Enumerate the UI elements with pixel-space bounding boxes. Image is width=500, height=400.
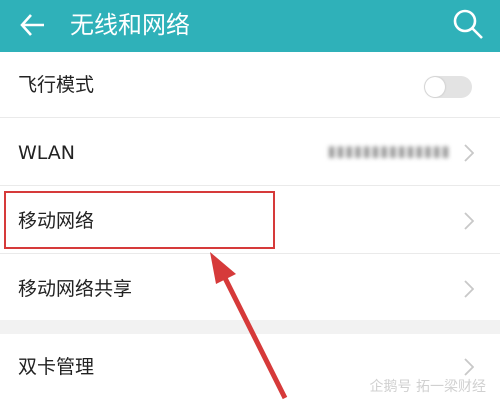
wlan-network-name: ▮▮▮▮▮▮▮▮▮▮▮▮▮▮ <box>327 142 450 160</box>
toggle-knob <box>425 77 445 97</box>
chevron-right-icon <box>464 280 474 298</box>
app-header: 无线和网络 <box>0 0 500 52</box>
wlan-row[interactable]: WLAN ▮▮▮▮▮▮▮▮▮▮▮▮▮▮ <box>0 120 500 186</box>
search-icon <box>453 9 483 39</box>
watermark: 企鹅号 拓一梁财经 <box>369 379 486 395</box>
chevron-right-icon <box>464 358 474 376</box>
airplane-mode-row[interactable]: 飞行模式 <box>0 52 500 118</box>
page-title: 无线和网络 <box>70 11 190 39</box>
back-button[interactable] <box>16 8 50 42</box>
airplane-mode-toggle[interactable] <box>424 76 472 98</box>
highlight-box <box>4 191 275 249</box>
dual-sim-label: 双卡管理 <box>18 356 95 378</box>
airplane-mode-label: 飞行模式 <box>18 74 95 96</box>
settings-list: 飞行模式 WLAN ▮▮▮▮▮▮▮▮▮▮▮▮▮▮ 移动网络 移动网络共享 <box>0 52 500 320</box>
section-divider <box>0 320 500 334</box>
wlan-label: WLAN <box>18 142 76 164</box>
chevron-right-icon <box>464 212 474 230</box>
search-button[interactable] <box>450 6 486 42</box>
arrow-left-icon <box>20 14 44 36</box>
chevron-right-icon <box>464 144 474 162</box>
mobile-network-sharing-row[interactable]: 移动网络共享 <box>0 256 500 322</box>
mobile-network-sharing-label: 移动网络共享 <box>18 278 133 300</box>
